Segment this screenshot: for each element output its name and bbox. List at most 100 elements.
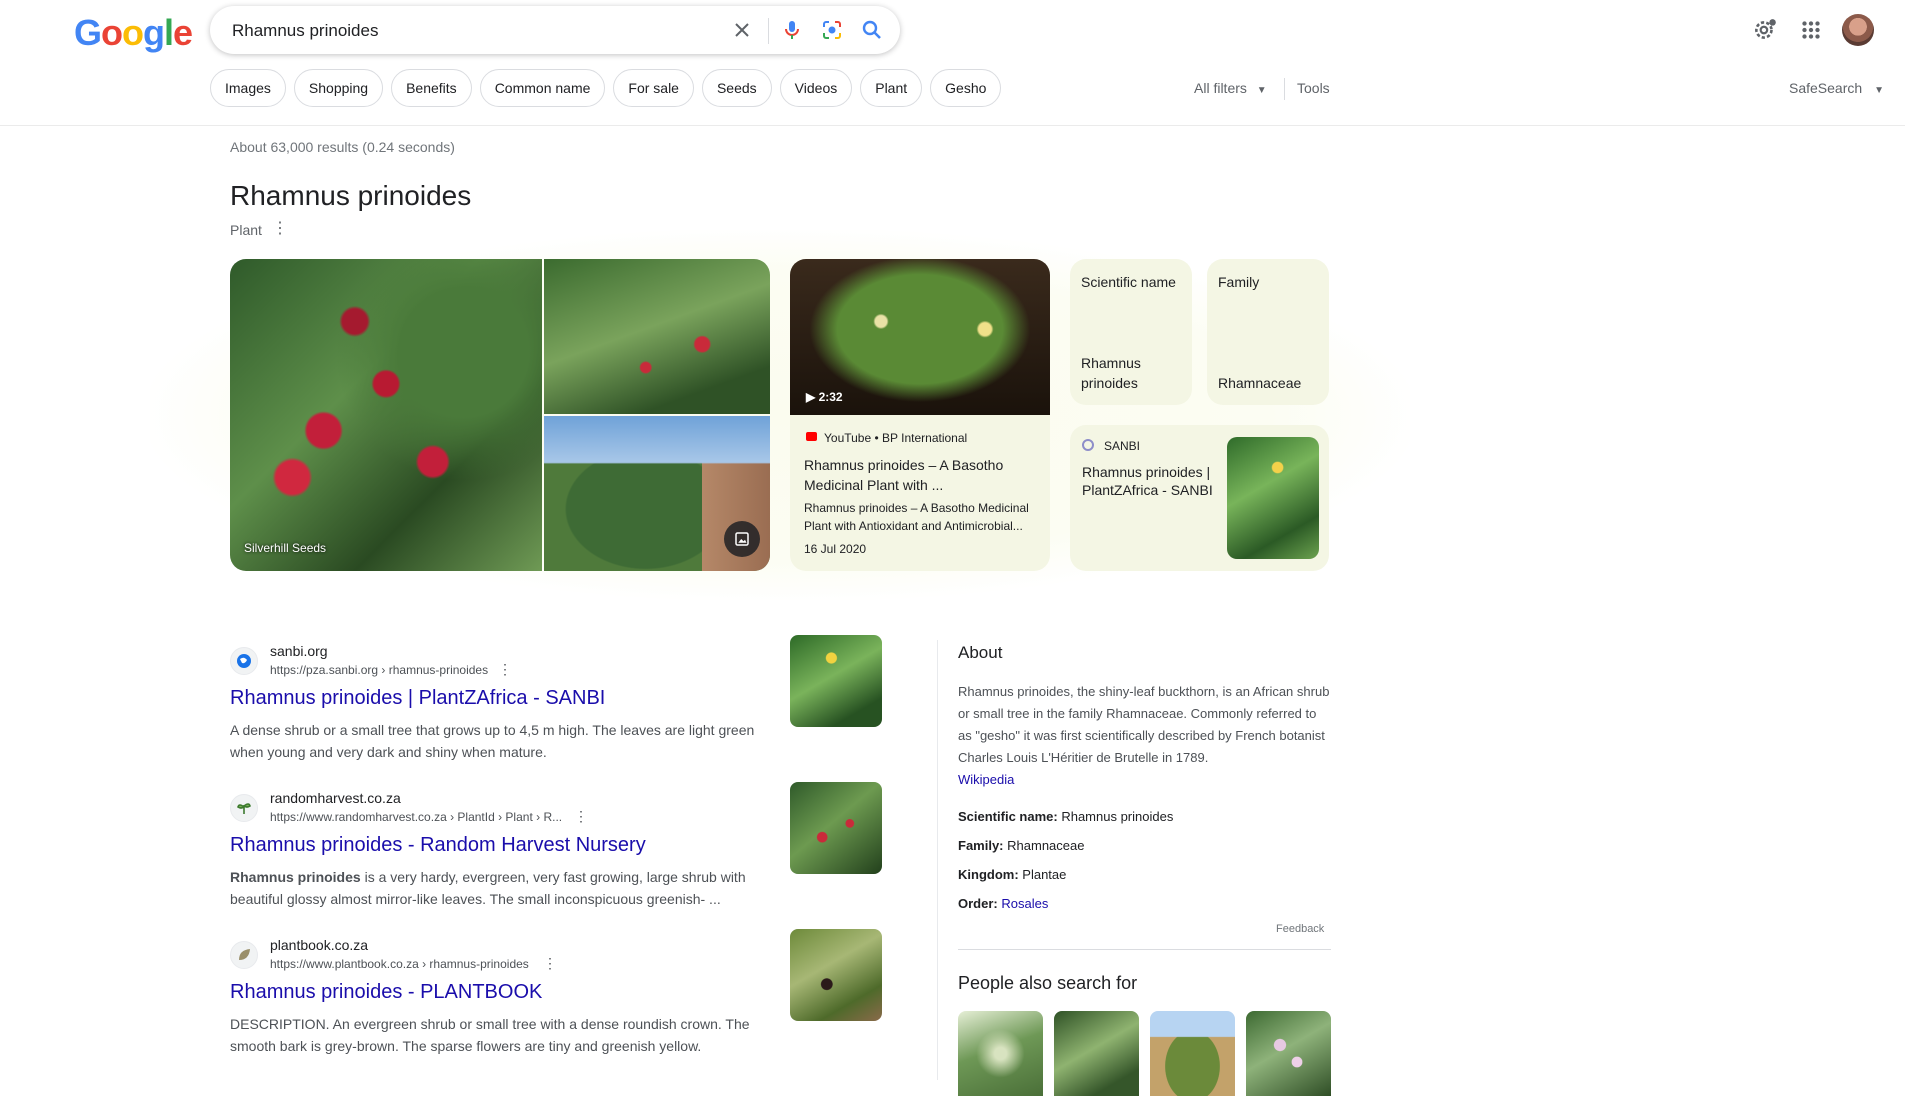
result-thumbnail[interactable]	[790, 929, 882, 1021]
tools-button[interactable]: Tools	[1297, 80, 1330, 96]
chip-for-sale[interactable]: For sale	[613, 69, 694, 107]
fact-value: Plantae	[1022, 867, 1067, 882]
result-site-name[interactable]: randomharvest.co.za	[270, 790, 401, 806]
panel-divider	[937, 640, 938, 1080]
fact-tile-family[interactable]: Family Rhamnaceae	[1207, 259, 1329, 405]
apps-grid-icon[interactable]	[1798, 17, 1824, 43]
video-title[interactable]: Rhamnus prinoides – A Basotho Medicinal …	[804, 455, 1036, 495]
wikipedia-link[interactable]: Wikipedia	[958, 772, 1014, 787]
microphone-icon[interactable]	[780, 18, 804, 42]
result-url[interactable]: https://pza.sanbi.org › rhamnus-prinoide…	[270, 663, 488, 677]
fact-order: Order: Rosales	[958, 896, 1048, 911]
result-snippet: Rhamnus prinoides is a very hardy, everg…	[230, 866, 770, 910]
result-site-name[interactable]: plantbook.co.za	[270, 937, 368, 953]
search-box	[210, 6, 900, 54]
fact-value: Rhamnus prinoides	[1061, 809, 1174, 824]
all-filters-button[interactable]: All filters ▼	[1194, 80, 1267, 96]
photo-shrub-closeup[interactable]	[544, 259, 770, 414]
header-divider	[0, 125, 1905, 126]
logo-letter: l	[164, 12, 174, 53]
result-thumbnail[interactable]	[790, 635, 882, 727]
chip-videos[interactable]: Videos	[779, 69, 853, 107]
safesearch-button[interactable]: SafeSearch ▼	[1789, 80, 1884, 96]
image-credit: Silverhill Seeds	[244, 541, 327, 555]
result-snippet: A dense shrub or a small tree that grows…	[230, 719, 770, 763]
more-options-icon[interactable]: ⋮	[543, 955, 557, 972]
order-link[interactable]: Rosales	[1001, 896, 1048, 911]
chip-plant[interactable]: Plant	[860, 69, 923, 107]
knowledge-subtitle: Plant	[230, 222, 262, 238]
image-icon	[735, 532, 749, 546]
leaf-favicon-icon	[230, 941, 258, 969]
photo-berries[interactable]	[230, 259, 542, 571]
knowledge-title: Rhamnus prinoides	[230, 180, 472, 211]
chip-common-name[interactable]: Common name	[479, 69, 606, 107]
video-description: Rhamnus prinoides – A Basotho Medicinal …	[804, 501, 1029, 533]
more-options-icon[interactable]: ⋮	[498, 661, 512, 678]
related-thumbnail[interactable]	[1246, 1011, 1331, 1096]
chip-gesho[interactable]: Gesho	[930, 69, 1002, 107]
google-logo[interactable]: Google	[74, 12, 193, 54]
sanbi-card[interactable]: SANBI Rhamnus prinoides | PlantZAfrica -…	[1070, 425, 1329, 571]
chip-shopping[interactable]: Shopping	[293, 69, 384, 107]
people-also-search-title: People also search for	[958, 973, 1138, 993]
settings-gear-icon[interactable]	[1752, 17, 1778, 43]
result-snippet: DESCRIPTION. An evergreen shrub or small…	[230, 1013, 770, 1057]
caret-down-icon: ▼	[1874, 85, 1884, 96]
search-input[interactable]	[230, 14, 714, 48]
related-thumbnail[interactable]	[958, 1011, 1043, 1096]
image-collage[interactable]: Silverhill Seeds	[230, 259, 770, 571]
logo-letter: g	[143, 12, 165, 53]
all-filters-label: All filters	[1194, 80, 1247, 96]
snippet-bold: Rhamnus prinoides	[230, 869, 361, 885]
fact-label: Kingdom:	[958, 867, 1019, 882]
camera-lens-icon[interactable]	[820, 18, 844, 42]
related-thumbnail[interactable]	[1150, 1011, 1235, 1096]
chip-images[interactable]: Images	[210, 69, 286, 107]
globe-icon	[230, 647, 258, 675]
about-title: About	[958, 643, 1003, 662]
more-options-icon[interactable]: ⋮	[272, 218, 288, 238]
fact-family: Family: Rhamnaceae	[958, 838, 1084, 853]
sanbi-thumbnail[interactable]	[1227, 437, 1319, 559]
sanbi-title[interactable]: Rhamnus prinoides | PlantZAfrica - SANBI	[1082, 463, 1222, 499]
search-icon[interactable]	[860, 18, 884, 42]
caret-down-icon: ▼	[1256, 85, 1267, 96]
result-title[interactable]: Rhamnus prinoides - Random Harvest Nurse…	[230, 834, 646, 857]
result-url[interactable]: https://www.randomharvest.co.za › PlantI…	[270, 810, 562, 824]
video-card[interactable]: ▶ 2:32 YouTube • BP International Rhamnu…	[790, 259, 1050, 571]
fact-label: Scientific name:	[958, 809, 1058, 824]
result-title[interactable]: Rhamnus prinoides | PlantZAfrica - SANBI	[230, 687, 605, 710]
image-gallery-icon[interactable]	[724, 521, 760, 557]
video-date: 16 Jul 2020	[804, 542, 867, 556]
about-description: Rhamnus prinoides, the shiny-leaf buckth…	[958, 681, 1333, 791]
logo-letter: o	[101, 12, 123, 53]
related-thumbnail[interactable]	[1054, 1011, 1139, 1096]
fact-label: Family:	[958, 838, 1004, 853]
fact-label: Order:	[958, 896, 998, 911]
result-title[interactable]: Rhamnus prinoides - PLANTBOOK	[230, 981, 542, 1004]
tile-value: Rhamnaceae	[1218, 375, 1302, 391]
search-divider	[768, 18, 769, 44]
fact-scientific-name: Scientific name: Rhamnus prinoides	[958, 809, 1173, 824]
result-site-name[interactable]: sanbi.org	[270, 643, 328, 659]
filter-chips: Images Shopping Benefits Common name For…	[210, 69, 1002, 107]
result-url[interactable]: https://www.plantbook.co.za › rhamnus-pr…	[270, 957, 529, 971]
account-avatar[interactable]	[1842, 14, 1874, 46]
result-stats: About 63,000 results (0.24 seconds)	[230, 139, 455, 155]
more-options-icon[interactable]: ⋮	[574, 808, 588, 825]
youtube-icon	[806, 432, 817, 441]
video-duration-text: 2:32	[818, 390, 843, 404]
tile-label: Family	[1218, 274, 1260, 290]
feedback-link[interactable]: Feedback	[1276, 923, 1324, 935]
close-icon[interactable]	[730, 18, 754, 42]
logo-letter: e	[173, 12, 193, 53]
chip-benefits[interactable]: Benefits	[391, 69, 472, 107]
tile-label: Scientific name	[1081, 274, 1176, 290]
filters-divider	[1284, 78, 1285, 100]
chip-seeds[interactable]: Seeds	[701, 69, 772, 107]
sanbi-favicon	[1082, 439, 1094, 451]
fact-tile-scientific-name[interactable]: Scientific name Rhamnus prinoides	[1070, 259, 1192, 405]
result-thumbnail[interactable]	[790, 782, 882, 874]
logo-letter: o	[122, 12, 144, 53]
